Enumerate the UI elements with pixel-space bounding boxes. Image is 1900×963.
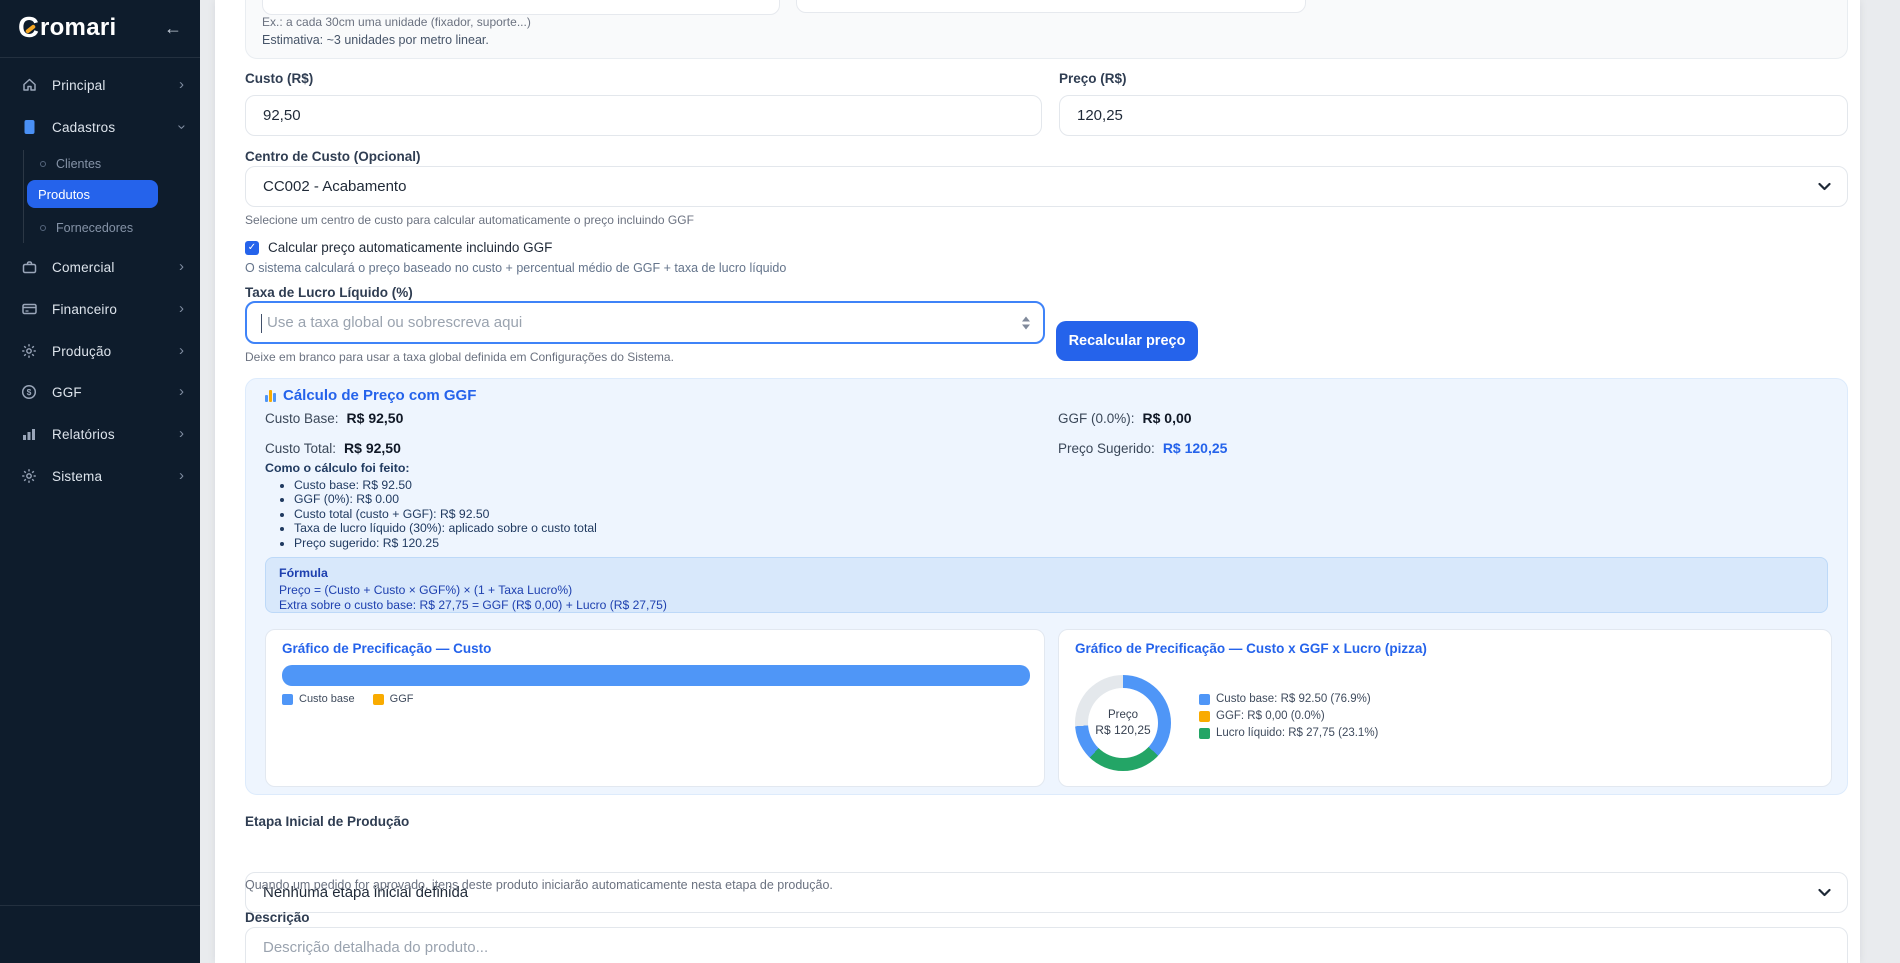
centro-custo-select[interactable]: CC002 - Acabamento xyxy=(245,166,1848,207)
pie-legend-item: GGF: R$ 0,00 (0.0%) xyxy=(1199,710,1325,722)
chevron-right-icon: › xyxy=(179,344,184,358)
bullet-icon xyxy=(40,161,46,167)
submenu-guide-line xyxy=(23,150,24,243)
sidebar-item-produtos-active[interactable]: Produtos xyxy=(27,180,158,208)
etapa-help: Quando um pedido for aprovado, itens des… xyxy=(245,878,833,892)
ggf-row: GGF (0.0%): R$ 0,00 xyxy=(1058,410,1192,426)
unit-input-2[interactable] xyxy=(796,0,1306,13)
briefcase-icon xyxy=(20,259,38,275)
custo-input[interactable]: 92,50 xyxy=(245,95,1042,136)
custo-base-row: Custo Base: R$ 92,50 xyxy=(265,410,403,426)
auto-calc-help: O sistema calculará o preço baseado no c… xyxy=(245,261,786,275)
sidebar: C romari ← Principal › Cadastros › Clien… xyxy=(0,0,200,963)
custo-base-bar xyxy=(282,665,1030,686)
chevron-right-icon: › xyxy=(179,78,184,92)
descricao-label: Descrição xyxy=(245,910,310,925)
credit-card-icon xyxy=(20,301,38,317)
custo-base-swatch xyxy=(282,694,293,705)
bullet-icon xyxy=(40,225,46,231)
auto-calc-row: ✓ Calcular preço automaticamente incluin… xyxy=(245,240,552,255)
sidebar-item-principal[interactable]: Principal › xyxy=(0,67,200,103)
main-content: Ex.: a cada 30cm uma unidade (fixador, s… xyxy=(200,0,1900,963)
sidebar-item-ggf[interactable]: $ GGF › xyxy=(0,374,200,410)
custo-base-swatch xyxy=(1199,694,1210,705)
sidebar-item-sistema[interactable]: Sistema › xyxy=(0,458,200,494)
chevron-right-icon: › xyxy=(179,260,184,274)
gear-icon xyxy=(20,343,38,359)
calc-panel-title: Cálculo de Preço com GGF xyxy=(265,387,476,404)
how-calculated-list: Custo base: R$ 92.50 GGF (0%): R$ 0.00 C… xyxy=(294,478,597,550)
descricao-textarea[interactable]: Descrição detalhada do produto... xyxy=(245,927,1848,963)
app-logo: C romari xyxy=(18,13,116,43)
lucro-swatch xyxy=(1199,728,1210,739)
taxa-lucro-input[interactable]: Use a taxa global ou sobrescreva aqui xyxy=(245,301,1045,344)
chevron-right-icon: › xyxy=(179,469,184,483)
sidebar-user-footer: N Administrador Si... Administrador xyxy=(0,905,200,963)
ggf-swatch xyxy=(1199,711,1210,722)
dollar-circle-icon: $ xyxy=(20,384,38,400)
gear-icon xyxy=(20,468,38,484)
custo-total-row: Custo Total: R$ 92,50 xyxy=(265,440,401,456)
logo-accent-slash xyxy=(25,24,36,34)
unit-estimate: Estimativa: ~3 unidades por metro linear… xyxy=(262,33,489,47)
preco-sugerido-row: Preço Sugerido: R$ 120,25 xyxy=(1058,440,1227,456)
preco-label: Preço (R$) xyxy=(1059,71,1127,86)
chevron-right-icon: › xyxy=(179,427,184,441)
taxa-lucro-label: Taxa de Lucro Líquido (%) xyxy=(245,285,413,300)
sidebar-item-relatorios[interactable]: Relatórios › xyxy=(0,416,200,452)
home-icon xyxy=(20,77,38,93)
svg-text:$: $ xyxy=(27,387,32,397)
pie-chart-card: Gráfico de Precificação — Custo x GGF x … xyxy=(1058,629,1832,787)
chevron-down-icon xyxy=(1818,884,1831,901)
sidebar-item-comercial[interactable]: Comercial › xyxy=(0,249,200,285)
unit-input-1[interactable] xyxy=(262,0,780,15)
bar-chart-legend: Custo base GGF xyxy=(282,693,414,705)
chevron-down-icon xyxy=(1818,178,1831,195)
etapa-label: Etapa Inicial de Produção xyxy=(245,814,409,829)
custo-label: Custo (R$) xyxy=(245,71,313,86)
sidebar-item-cadastros[interactable]: Cadastros › xyxy=(0,109,200,145)
chevron-right-icon: › xyxy=(179,385,184,399)
how-calculated-title: Como o cálculo foi feito: xyxy=(265,461,410,475)
sidebar-item-producao[interactable]: Produção › xyxy=(0,333,200,369)
bar-chart-icon xyxy=(20,426,38,442)
logo-text: romari xyxy=(40,14,117,42)
sidebar-header: C romari ← xyxy=(0,0,200,58)
recalcular-preco-button[interactable]: Recalcular preço xyxy=(1056,321,1198,361)
list-item: Preço sugerido: R$ 120.25 xyxy=(294,536,597,550)
pie-chart-title: Gráfico de Precificação — Custo x GGF x … xyxy=(1075,641,1427,656)
document-icon xyxy=(20,119,38,135)
unit-hint: Ex.: a cada 30cm uma unidade (fixador, s… xyxy=(262,15,531,29)
sidebar-collapse-icon[interactable]: ← xyxy=(164,17,182,39)
preco-input[interactable]: 120,25 xyxy=(1059,95,1848,136)
list-item: Taxa de lucro líquido (30%): aplicado so… xyxy=(294,521,597,535)
ggf-swatch xyxy=(373,694,384,705)
text-cursor xyxy=(261,314,262,333)
sidebar-item-financeiro[interactable]: Financeiro › xyxy=(0,291,200,327)
sidebar-item-clientes[interactable]: Clientes xyxy=(40,152,190,176)
bar-chart-title: Gráfico de Precificação — Custo xyxy=(282,641,491,656)
pie-legend-item: Custo base: R$ 92.50 (76.9%) xyxy=(1199,693,1371,705)
formula-box: Fórmula Preço = (Custo + Custo × GGF%) ×… xyxy=(265,557,1828,613)
list-item: GGF (0%): R$ 0.00 xyxy=(294,492,597,506)
donut-center-label: Preço R$ 120,25 xyxy=(1088,688,1158,758)
pie-legend-item: Lucro líquido: R$ 27,75 (23.1%) xyxy=(1199,727,1378,739)
taxa-lucro-help: Deixe em branco para usar a taxa global … xyxy=(245,350,674,364)
auto-calc-label: Calcular preço automaticamente incluindo… xyxy=(268,240,552,255)
sidebar-item-fornecedores[interactable]: Fornecedores xyxy=(40,216,190,240)
bar-chart-card: Gráfico de Precificação — Custo Custo ba… xyxy=(265,629,1045,787)
auto-calc-checkbox[interactable]: ✓ xyxy=(245,241,259,255)
number-stepper[interactable] xyxy=(1022,316,1030,329)
logo-c-mark: C xyxy=(18,13,39,43)
centro-custo-help: Selecione um centro de custo para calcul… xyxy=(245,213,694,227)
chevron-right-icon: › xyxy=(179,302,184,316)
list-item: Custo total (custo + GGF): R$ 92.50 xyxy=(294,507,597,521)
list-item: Custo base: R$ 92.50 xyxy=(294,478,597,492)
app-window: C romari ← Principal › Cadastros › Clien… xyxy=(0,0,1900,963)
centro-custo-label: Centro de Custo (Opcional) xyxy=(245,149,421,164)
chevron-down-icon: › xyxy=(175,125,189,130)
donut-chart: Preço R$ 120,25 xyxy=(1075,675,1171,771)
bar-chart-icon xyxy=(265,389,276,402)
